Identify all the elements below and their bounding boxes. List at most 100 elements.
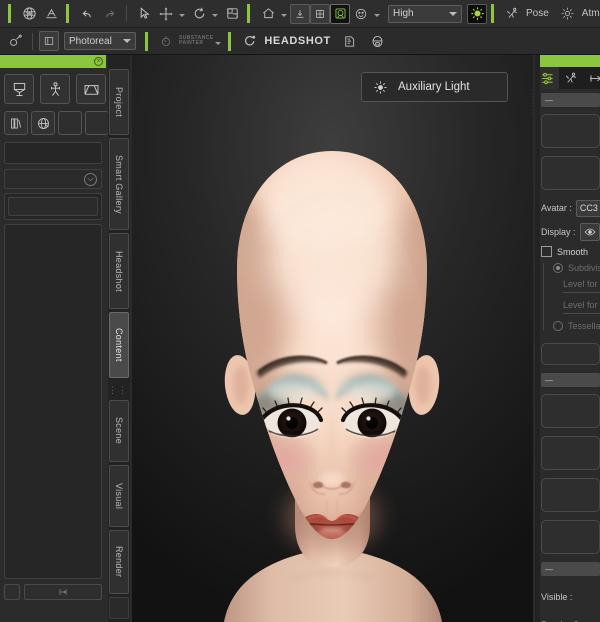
- redo-icon[interactable]: [98, 3, 120, 25]
- section-header-attribute[interactable]: —: [541, 93, 600, 107]
- right-panel-grip[interactable]: ········: [529, 89, 536, 622]
- tab-strip-grip[interactable]: ⋮⋮: [108, 382, 128, 398]
- right-panel: ········ — Avatar : CC3 Display : Smooth…: [529, 55, 600, 622]
- level-export-label: Level for: [563, 300, 598, 310]
- attribute-card-7[interactable]: [541, 520, 600, 554]
- left-panel-path-field[interactable]: [8, 197, 98, 216]
- sidebar-item-content[interactable]: Content: [109, 312, 129, 378]
- smooth-checkbox[interactable]: [541, 246, 552, 257]
- substance-options-caret-icon[interactable]: [215, 41, 222, 45]
- substance-painter-icon: [155, 30, 177, 52]
- move-options-caret-icon[interactable]: [179, 14, 185, 17]
- toolbar-accent-2: [66, 4, 69, 23]
- avatar-label: Avatar :: [541, 203, 572, 213]
- tessellation-radio-row[interactable]: Tessella: [553, 321, 600, 331]
- render-mode-dropdown[interactable]: Photoreal: [64, 32, 136, 50]
- home-options-caret-icon[interactable]: [281, 14, 287, 17]
- substance-painter-button[interactable]: SUBSTANCE PAINTER: [155, 30, 224, 52]
- attribute-card-2[interactable]: [541, 156, 600, 190]
- left-panel-filter-dropdown[interactable]: ⌵: [4, 169, 102, 189]
- scale-tool-icon[interactable]: [221, 3, 243, 25]
- tab-label-smart-gallery: Smart Gallery: [114, 154, 124, 214]
- left-panel-content-list[interactable]: [4, 224, 102, 579]
- level-render-slider[interactable]: [563, 292, 600, 293]
- light-preset-icon[interactable]: [4, 30, 26, 52]
- toolbar-group-transform: [133, 3, 243, 25]
- visible-row[interactable]: Visible :: [541, 583, 600, 611]
- vertical-tab-strip: Project Smart Gallery Headshot Content ⋮…: [108, 55, 130, 622]
- subdivision-label: Subdivis: [568, 263, 600, 273]
- sidebar-item-project[interactable]: Project: [109, 69, 129, 135]
- toolbar-group-pose[interactable]: Pose: [501, 3, 549, 25]
- home-view-icon[interactable]: [257, 3, 279, 25]
- blank-slot-2[interactable]: [85, 111, 109, 135]
- rotate-tool-icon[interactable]: [188, 3, 210, 25]
- auxiliary-light-button[interactable]: Auxiliary Light: [361, 72, 508, 102]
- library-icon[interactable]: [4, 111, 28, 135]
- backdrop-icon[interactable]: [76, 74, 106, 104]
- left-panel-footer: [4, 584, 102, 600]
- footer-button-1[interactable]: [4, 584, 20, 600]
- display-row: Display :: [541, 222, 600, 242]
- attribute-card-1[interactable]: [541, 114, 600, 148]
- section-header-three[interactable]: —: [541, 562, 600, 576]
- visible-label: Visible :: [541, 592, 573, 602]
- sidebar-item-smart-gallery[interactable]: Smart Gallery: [109, 138, 129, 230]
- fit-view-icon[interactable]: [310, 3, 330, 24]
- attribute-card-4[interactable]: [541, 394, 600, 428]
- select-arrow-icon[interactable]: [133, 3, 155, 25]
- expression-options-caret-icon[interactable]: [374, 14, 380, 17]
- pose-tab[interactable]: [559, 67, 583, 89]
- smooth-checkbox-row[interactable]: Smooth: [541, 246, 600, 257]
- tab-label-project: Project: [114, 86, 124, 118]
- undo-icon[interactable]: [76, 3, 98, 25]
- left-panel-search-field[interactable]: [4, 142, 102, 164]
- align-icon[interactable]: [24, 584, 102, 600]
- light-toggle-icon[interactable]: [467, 3, 487, 24]
- transform-tab[interactable]: [583, 67, 600, 89]
- render-state-row[interactable]: Render State :: [541, 611, 600, 622]
- blank-slot-1[interactable]: [58, 111, 82, 135]
- quality-dropdown[interactable]: High: [388, 4, 462, 23]
- sun-light-icon: [362, 80, 398, 95]
- import-icon[interactable]: [290, 3, 310, 24]
- toolbar-accent-4: [491, 4, 494, 23]
- headshot-button[interactable]: HEADSHOT: [238, 30, 331, 52]
- left-panel-body: ⌵: [0, 68, 109, 600]
- terrain-icon[interactable]: [40, 3, 62, 25]
- eye-icon[interactable]: [579, 223, 600, 241]
- subdivision-radio[interactable]: [553, 263, 563, 273]
- rotate-options-caret-icon[interactable]: [212, 14, 218, 17]
- attribute-card-5[interactable]: [541, 436, 600, 470]
- viewport-3d[interactable]: Auxiliary Light: [132, 55, 533, 622]
- close-icon[interactable]: ×: [94, 57, 103, 66]
- attribute-card-3[interactable]: [541, 343, 600, 365]
- subdivision-radio-row[interactable]: Subdivis: [553, 263, 600, 273]
- face-preview-icon[interactable]: [330, 3, 350, 24]
- globe-rotate-icon[interactable]: [31, 111, 55, 135]
- chevron-down-icon[interactable]: ⌵: [84, 172, 97, 186]
- move-tool-icon[interactable]: [155, 3, 177, 25]
- sidebar-item-scene[interactable]: Scene: [109, 400, 129, 462]
- tessellation-radio[interactable]: [553, 321, 563, 331]
- section-header-two[interactable]: —: [541, 373, 600, 387]
- toolbar-group-render: [18, 3, 62, 25]
- tab-label-headshot: Headshot: [114, 250, 124, 292]
- expression-icon[interactable]: [350, 3, 372, 25]
- sidebar-item-render[interactable]: Render: [109, 530, 129, 594]
- head-tool-icon[interactable]: [367, 30, 389, 52]
- globe-render-icon[interactable]: [18, 3, 40, 25]
- sidebar-item-visual[interactable]: Visual: [109, 465, 129, 527]
- toolbar-group-view: [257, 3, 383, 25]
- level-export-slider[interactable]: [563, 313, 600, 314]
- character-pose-icon[interactable]: [40, 74, 70, 104]
- panel-toggle-icon[interactable]: [39, 31, 59, 51]
- avatar-head-render[interactable]: [132, 55, 533, 622]
- attribute-card-6[interactable]: [541, 478, 600, 512]
- toolbar-group-atmosphere[interactable]: Atmosphere: [557, 3, 600, 25]
- camera-stage-icon[interactable]: [4, 74, 34, 104]
- sidebar-item-headshot[interactable]: Headshot: [109, 233, 129, 309]
- left-panel-icon-row-2: [4, 111, 109, 135]
- avatar-name-input[interactable]: CC3: [575, 199, 600, 217]
- mesh-tool-icon[interactable]: [339, 30, 361, 52]
